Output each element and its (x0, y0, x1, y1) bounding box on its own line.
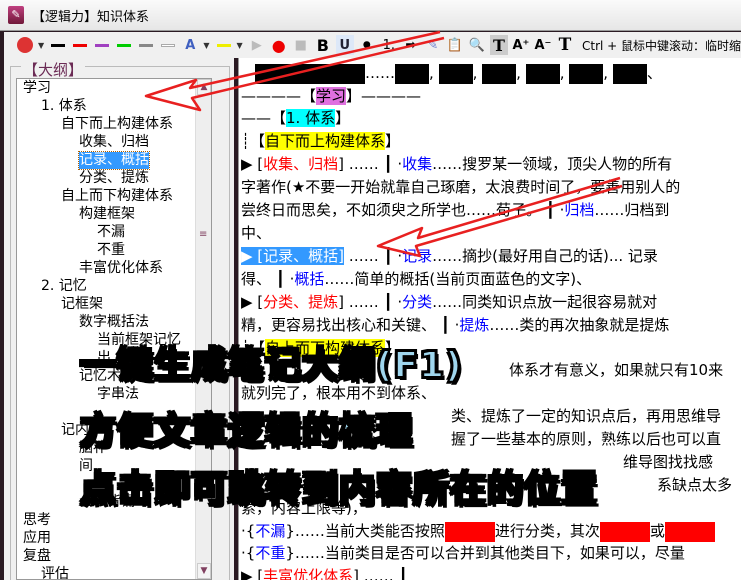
highlight-color-icon[interactable] (215, 35, 233, 55)
search-icon[interactable]: 🔍 (468, 35, 486, 55)
text-line: 尝终日而思矣，不如须臾之所学也……荀子。 ┃ ·归档……归档到 (241, 201, 670, 219)
outline-item[interactable]: 数字概括法 (79, 314, 149, 331)
dropdown-icon[interactable]: ▼ (237, 41, 244, 50)
highlight-white-icon[interactable] (159, 35, 177, 55)
outline-item[interactable]: 不重 (97, 242, 125, 259)
numbering-button[interactable]: 1. (380, 35, 398, 55)
dropdown-icon[interactable]: ▼ (203, 41, 210, 50)
text-line: 得、 ┃ ·概括……简单的概括(当前页面蓝色的文字)、 (241, 270, 592, 288)
font-button[interactable]: T (556, 35, 574, 55)
text-line: 类、提炼了一定的知识点后，再用思维导 (451, 407, 722, 425)
outline-item[interactable]: 记录、概括 (78, 151, 150, 170)
outline-item[interactable]: 字串法 (97, 386, 139, 403)
item-no-omission[interactable]: ·{不漏}……当前大类能否按照 进行分类，其次或 (241, 521, 715, 542)
bullet-button[interactable]: ● (358, 35, 376, 55)
text-box-button[interactable]: T (489, 35, 508, 55)
section-collect[interactable]: ▶ [收集、归档] …… ┃ ·收集……搜罗某一领域，顶尖人物的所有 (241, 154, 672, 174)
section-classify[interactable]: ▶ [分类、提炼] …… ┃ ·分类……同类知识点放一起很容易就对 (241, 292, 657, 312)
outline-item[interactable]: 记框架 (61, 296, 103, 313)
highlight-purple-icon[interactable] (93, 35, 111, 55)
redacted-line: ……, , , , , 、 (255, 63, 662, 84)
section-enrich[interactable]: ▶ [丰富优化体系] …… ┃ (241, 566, 408, 580)
font-grow-button[interactable]: A⁺ (512, 35, 530, 55)
menu-icon[interactable] (16, 35, 34, 55)
underline-button[interactable]: U (335, 35, 354, 55)
scroll-thumb-grip-icon[interactable]: ≡ (199, 229, 207, 240)
outline-item[interactable]: 评估 (41, 566, 69, 579)
outline-item[interactable]: 分类、提炼 (79, 170, 149, 187)
arrow-right-icon[interactable]: ➡ (402, 35, 420, 55)
outline-item[interactable]: 学习 (23, 80, 51, 97)
overlay-caption-2: 方便文章逻辑的梳理 (79, 410, 414, 453)
scroll-down-icon[interactable]: ▼ (197, 563, 211, 579)
brush-icon[interactable]: ✎ (424, 35, 442, 55)
title-bar: ✎ 【逻辑力】知识体系 (0, 0, 741, 31)
text-line: 字著作(★不要一开始就靠自己琢磨，太浪费时间了，要善用别人的 (241, 178, 681, 196)
font-color-icon[interactable]: A (181, 35, 199, 55)
outline-label: 【大纲】 (21, 59, 86, 80)
highlight-black-icon[interactable] (49, 35, 67, 55)
outline-item[interactable]: 自下而上构建体系 (61, 116, 173, 133)
outline-item[interactable]: 应用 (23, 530, 51, 547)
record-icon[interactable]: ● (270, 35, 288, 55)
font-shrink-button[interactable]: A⁻ (534, 35, 552, 55)
text-line: 体系才有意义，如果就只有10来 (509, 361, 724, 379)
stop-icon[interactable]: ■ (292, 35, 310, 55)
scroll-hint: Ctrl + 鼠标中键滚动：临时缩 (581, 38, 741, 53)
highlight-red-icon[interactable] (71, 35, 89, 55)
text-line: 握了一些基本的原则，熟练以后也可以直 (451, 430, 722, 448)
section-record[interactable]: ▶ [记录、概括] …… ┃ ·记录……摘抄(最好用自己的话)... 记录 (241, 246, 658, 266)
bold-button[interactable]: B (314, 35, 332, 55)
heading-bottom-up[interactable]: ┊【自下而上构建体系】 (241, 131, 400, 151)
toolbar: ▼ A ▼ ▼ ▶ ● ■ B U ● 1. ➡ ✎ 📋 🔍 T A⁺ A⁻ T … (0, 32, 741, 58)
heading-system[interactable]: ——【1. 体系】 (241, 108, 350, 128)
play-icon[interactable]: ▶ (248, 35, 266, 55)
outline-item[interactable]: 2. 记忆 (41, 278, 87, 295)
outline-item[interactable]: 1. 体系 (41, 98, 87, 115)
outline-item[interactable]: 收集、归档 (79, 134, 149, 151)
clipboard-icon[interactable]: 📋 (446, 35, 464, 55)
item-no-duplicate[interactable]: ·{不重}……当前类目是否可以合并到其他类目下，如果可以，尽量 (241, 543, 685, 563)
heading-study[interactable]: ————【学习】———— (241, 86, 421, 106)
outline-item[interactable]: 思考 (23, 512, 51, 529)
dropdown-icon[interactable]: ▼ (38, 41, 45, 50)
text-line: 精，更容易找出核心和关键、 ┃ ·提炼……类的再次抽象就是提炼 (241, 316, 670, 334)
outline-item[interactable]: 不漏 (97, 224, 125, 241)
outline-item[interactable]: 构建框架 (79, 206, 135, 223)
text-line: 系缺点太多 (657, 476, 733, 494)
outline-item[interactable]: 自上而下构建体系 (61, 188, 173, 205)
highlight-gray-icon[interactable] (137, 35, 155, 55)
text-line: 维导图找找感 (623, 453, 714, 471)
scroll-up-icon[interactable]: ▲ (197, 79, 211, 95)
outline-item[interactable]: 复盘 (23, 548, 51, 565)
overlay-caption-1: 一键生成笔记大纲(F1) (79, 344, 463, 387)
outline-item[interactable]: 丰富优化体系 (79, 260, 163, 277)
app-logo-icon: ✎ (8, 6, 24, 24)
overlay-caption-3: 点击即可跳转到内容所在的位置 (79, 468, 599, 511)
text-line: 中、 (241, 224, 272, 242)
highlight-green-icon[interactable] (115, 35, 133, 55)
window-title: 【逻辑力】知识体系 (32, 9, 150, 25)
